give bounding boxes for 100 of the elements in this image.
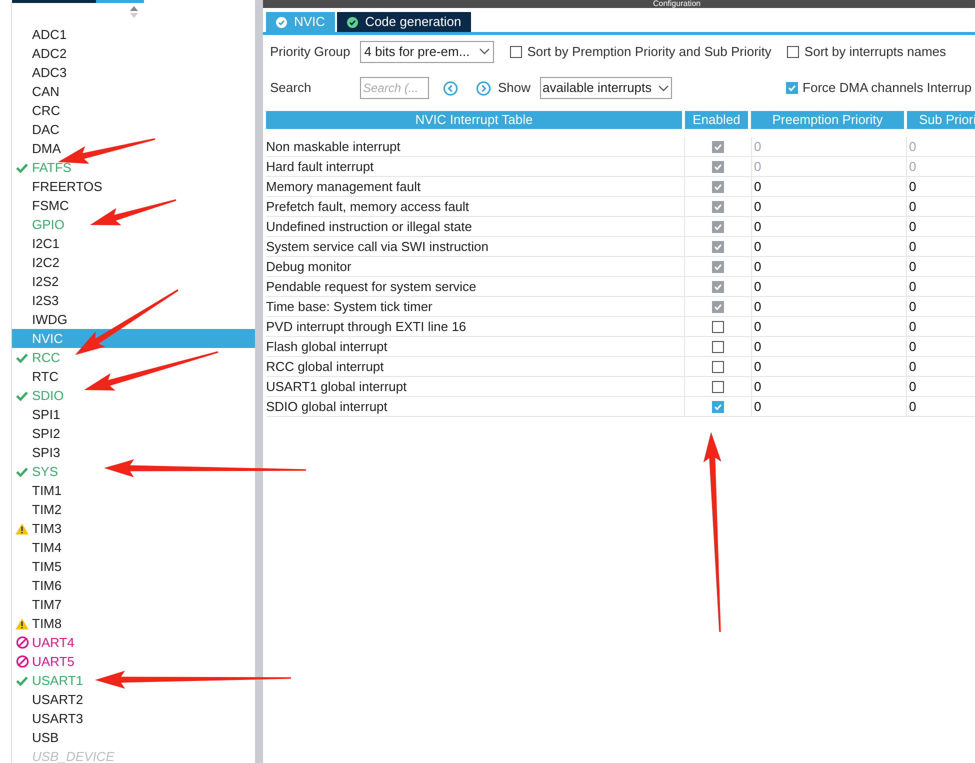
previous-icon[interactable]: [443, 80, 458, 96]
table-cell[interactable]: 0: [909, 176, 916, 196]
module-item[interactable]: CRC: [12, 101, 255, 120]
chevron-down-icon: [479, 48, 490, 55]
module-item[interactable]: DAC: [12, 120, 255, 139]
checkbox[interactable]: [712, 380, 724, 392]
module-name: TIM8: [32, 614, 62, 633]
module-item[interactable]: USART2: [12, 690, 255, 709]
checkbox[interactable]: [712, 260, 724, 272]
module-item[interactable]: UART5: [12, 652, 255, 671]
table-cell[interactable]: 0: [909, 276, 916, 296]
checkbox[interactable]: [712, 400, 724, 412]
table-cell[interactable]: 0: [754, 216, 762, 236]
table-cell[interactable]: 0: [754, 236, 762, 256]
module-item[interactable]: TIM5: [12, 557, 255, 576]
checkbox[interactable]: [712, 340, 724, 352]
table-cell[interactable]: 0: [754, 276, 762, 296]
table-cell[interactable]: 0: [909, 356, 916, 376]
module-item[interactable]: TIM4: [12, 538, 255, 557]
module-name: IWDG: [32, 310, 68, 329]
module-item[interactable]: IWDG: [12, 310, 255, 329]
checkbox[interactable]: [712, 300, 724, 312]
module-item[interactable]: USB: [12, 728, 255, 747]
module-name: SPI2: [32, 424, 60, 443]
table-cell[interactable]: 0: [909, 336, 916, 356]
module-name: UART4: [32, 634, 74, 652]
field-label: Priority Group: [270, 42, 350, 61]
module-item[interactable]: TIM2: [12, 500, 255, 519]
table-cell[interactable]: 0: [754, 296, 762, 316]
module-item[interactable]: TIM7: [12, 595, 255, 614]
module-item[interactable]: FSMC: [12, 196, 255, 215]
module-name: ADC3: [32, 64, 67, 82]
checkbox[interactable]: [786, 82, 798, 94]
table-cell[interactable]: 0: [754, 196, 762, 216]
table-cell[interactable]: 0: [754, 336, 762, 356]
module-item[interactable]: TIM3: [12, 519, 255, 538]
table-cell-text: Non maskable interrupt: [266, 138, 402, 156]
table-cell[interactable]: 0: [909, 236, 916, 256]
table-cell[interactable]: 0: [909, 376, 916, 396]
module-item[interactable]: RTC: [12, 367, 255, 386]
module-item[interactable]: SPI3: [12, 443, 255, 462]
checkbox[interactable]: [712, 200, 724, 212]
module-item[interactable]: FREERTOS: [12, 177, 255, 196]
module-name: GPIO: [32, 216, 65, 234]
table-cell[interactable]: 0: [909, 256, 916, 276]
checkbox[interactable]: [712, 360, 724, 372]
module-item[interactable]: USART3: [12, 709, 255, 728]
module-name: USB_DEVICE: [32, 748, 114, 763]
checkbox[interactable]: [712, 140, 724, 152]
search-field[interactable]: Search (...: [360, 77, 429, 99]
module-item[interactable]: SPI1: [12, 405, 255, 424]
checkbox[interactable]: [712, 320, 724, 332]
module-item[interactable]: I2C2: [12, 253, 255, 272]
next-icon[interactable]: [476, 80, 491, 96]
checkbox[interactable]: [712, 180, 724, 192]
module-item[interactable]: I2S2: [12, 272, 255, 291]
table-cell[interactable]: 0: [754, 256, 762, 276]
table-cell-text: USART1 global interrupt: [266, 378, 408, 396]
table-cell[interactable]: 0: [909, 316, 916, 336]
module-name: SDIO: [32, 386, 64, 405]
scroll-arrows-icon[interactable]: [130, 6, 138, 18]
module-item[interactable]: TIM8: [12, 614, 255, 633]
field-label: Show: [498, 79, 531, 98]
module-name: SPI3: [32, 444, 60, 462]
checkbox[interactable]: [712, 280, 724, 292]
table-cell[interactable]: 0: [754, 176, 762, 196]
checkbox[interactable]: [712, 220, 724, 232]
table-cell[interactable]: 0: [754, 356, 762, 376]
check-icon: [16, 466, 28, 476]
table-cell[interactable]: 0: [909, 196, 916, 216]
module-item[interactable]: ADC3: [12, 63, 255, 82]
module-item[interactable]: TIM1: [12, 481, 255, 500]
table-cell[interactable]: 0: [909, 296, 916, 316]
module-item[interactable]: ADC2: [12, 44, 255, 63]
module-item[interactable]: I2S3: [12, 291, 255, 310]
checkbox[interactable]: [510, 46, 522, 58]
table-cell[interactable]: 0: [754, 316, 762, 336]
module-item[interactable]: UART4: [12, 633, 255, 652]
module-item[interactable]: TIM6: [12, 576, 255, 595]
table-cell[interactable]: 0: [909, 216, 916, 236]
window-title: Configuration: [263, 0, 975, 8]
checkbox-label: Sort by Premption Priority and Sub Priority: [527, 42, 772, 61]
module-item[interactable]: DMA: [12, 139, 255, 158]
priority-group-dropdown[interactable]: 4 bits for pre-em...: [360, 40, 494, 62]
show-dropdown[interactable]: available interrupts: [540, 77, 672, 99]
module-item[interactable]: CAN: [12, 82, 255, 101]
table-cell[interactable]: 0: [754, 396, 762, 416]
module-item[interactable]: ADC1: [12, 25, 255, 44]
module-item[interactable]: SPI2: [12, 424, 255, 443]
table-cell[interactable]: 0: [909, 396, 916, 416]
module-item[interactable]: I2C1: [12, 234, 255, 253]
table-cell[interactable]: 0: [754, 376, 762, 396]
module-name: TIM6: [32, 576, 62, 595]
tab[interactable]: Code generation: [337, 12, 472, 32]
checkbox[interactable]: [712, 160, 724, 172]
module-name: USART3: [32, 710, 84, 728]
checkbox[interactable]: [787, 46, 800, 58]
module-name: I2S3: [32, 292, 59, 310]
checkbox[interactable]: [712, 240, 724, 252]
table-cell-text: Memory management fault: [266, 178, 422, 196]
